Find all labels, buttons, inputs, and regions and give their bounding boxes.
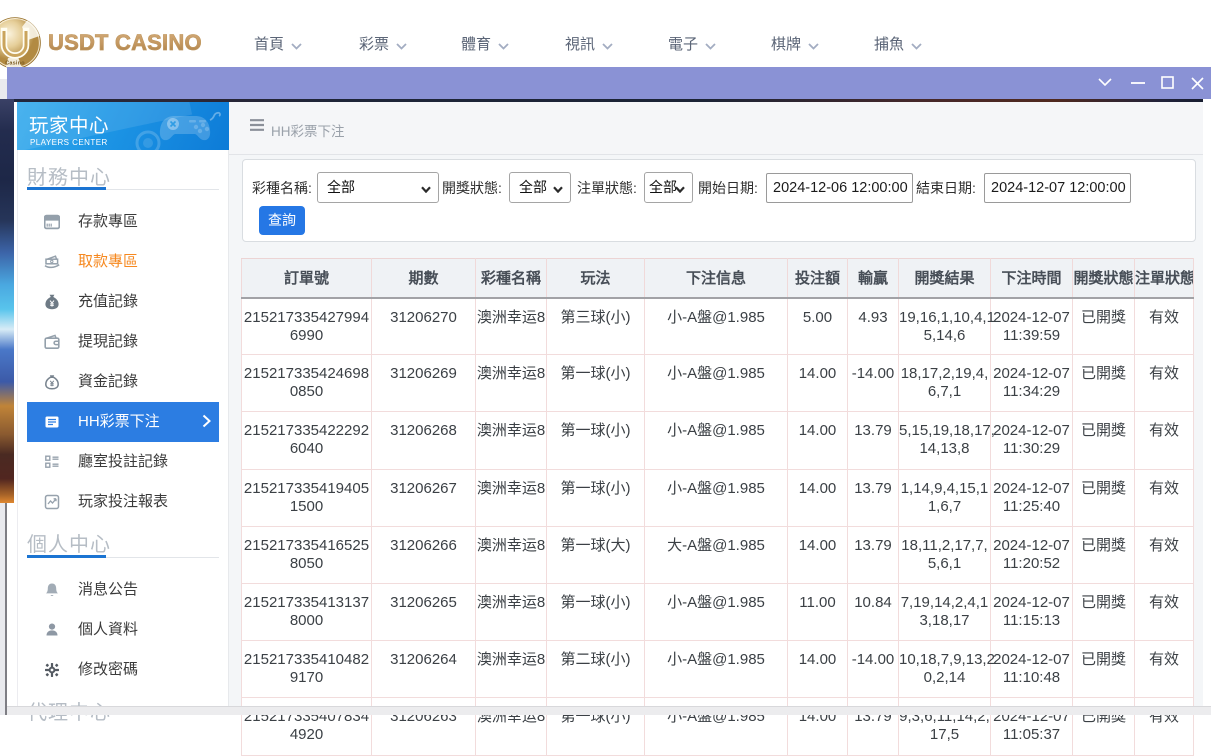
svg-text:Casino: Casino [5, 61, 25, 67]
